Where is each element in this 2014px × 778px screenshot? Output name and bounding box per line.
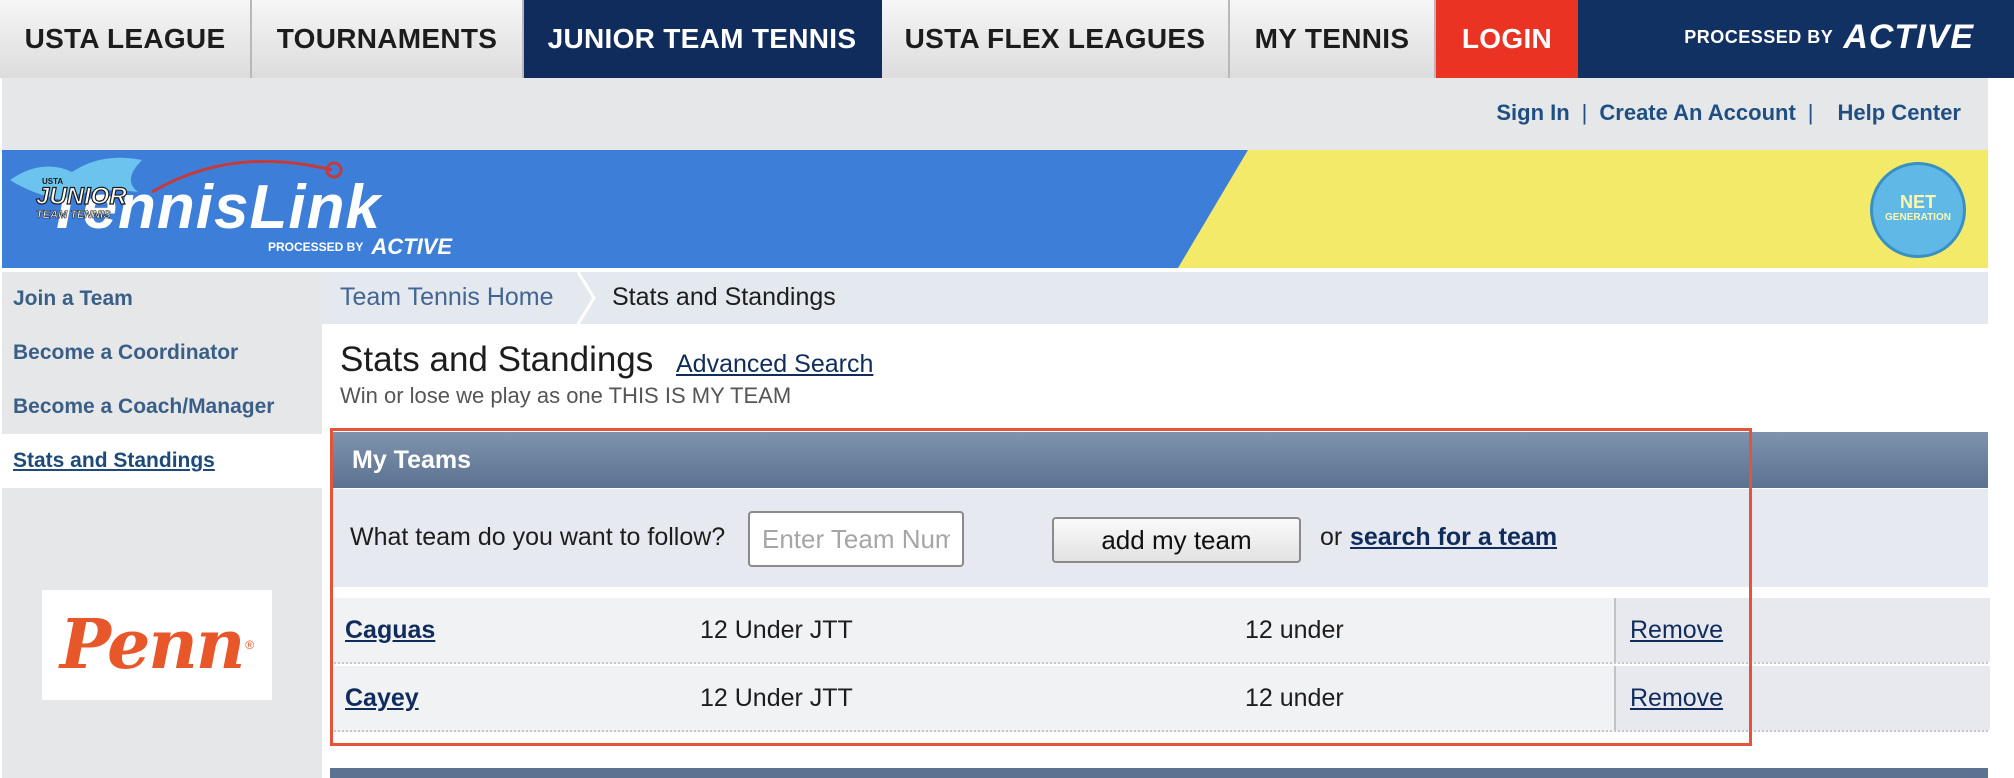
sidebar-item-join-team[interactable]: Join a Team <box>2 272 322 326</box>
sign-in-link[interactable]: Sign In <box>1496 100 1569 126</box>
page-subtitle: Win or lose we play as one THIS IS MY TE… <box>340 383 792 408</box>
page-title: Stats and Standings <box>340 340 654 379</box>
sidebar-item-stats-standings[interactable]: Stats and Standings <box>2 434 322 488</box>
table-row: Cayey 12 Under JTT 12 under Remove <box>330 666 1990 732</box>
remove-team-link[interactable]: Remove <box>1630 616 1723 645</box>
penn-sponsor-logo[interactable]: Penn ® <box>42 590 272 700</box>
tab-usta-league[interactable]: USTA LEAGUE <box>0 0 252 78</box>
processed-by-text: PROCESSED BY <box>1684 27 1834 47</box>
processed-by-active-logo: PROCESSED BY ACTIVE <box>1684 18 1974 57</box>
remove-cell: Remove <box>1614 666 1990 730</box>
net-generation-logo: NET GENERATION <box>1870 162 1966 258</box>
or-text: or <box>1320 523 1343 551</box>
team-division: 12 Under JTT <box>700 616 853 644</box>
sidebar-item-become-coordinator[interactable]: Become a Coordinator <box>2 326 322 380</box>
follow-team-label: What team do you want to follow? <box>350 523 726 551</box>
jtt-team-tennis-text: TEAM TENNIS <box>36 209 111 221</box>
banner-processed-by-text: PROCESSED BY <box>268 240 364 254</box>
tennislink-banner: TennisLink PROCESSED BY ACTIVE USTA JUNI… <box>2 150 1988 268</box>
remove-cell: Remove <box>1614 598 1990 662</box>
breadcrumb-chevron-icon <box>576 272 596 324</box>
advanced-search-link[interactable]: Advanced Search <box>676 350 873 379</box>
tab-tournaments[interactable]: TOURNAMENTS <box>252 0 524 78</box>
team-number-input[interactable] <box>748 511 964 567</box>
banner-active-logo: ACTIVE <box>371 234 453 259</box>
utility-bar: Sign In | Create An Account | Help Cente… <box>2 78 1988 150</box>
tennislink-processed-by: PROCESSED BY ACTIVE <box>268 234 452 260</box>
sidebar: Join a Team Become a Coordinator Become … <box>2 272 322 778</box>
tab-login[interactable]: LOGIN <box>1436 0 1578 78</box>
help-center-link[interactable]: Help Center <box>1838 100 1961 126</box>
table-row: Caguas 12 Under JTT 12 under Remove <box>330 598 1990 664</box>
create-account-link[interactable]: Create An Account <box>1599 100 1795 126</box>
active-logo-text: ACTIVE <box>1843 18 1974 56</box>
my-teams-header: My Teams <box>330 432 1988 488</box>
link-separator: | <box>1581 100 1588 125</box>
add-my-team-button[interactable]: add my team <box>1052 517 1301 563</box>
tab-usta-flex-leagues[interactable]: USTA FLEX LEAGUES <box>882 0 1230 78</box>
link-separator: | <box>1807 100 1814 125</box>
netgen-generation-text: GENERATION <box>1885 212 1951 223</box>
tab-junior-team-tennis[interactable]: JUNIOR TEAM TENNIS <box>524 0 882 78</box>
junior-team-tennis-logo: USTA JUNIOR TEAM TENNIS <box>10 157 142 221</box>
tab-my-tennis[interactable]: MY TENNIS <box>1230 0 1436 78</box>
breadcrumb-home-link[interactable]: Team Tennis Home <box>340 283 554 312</box>
team-age-group: 12 under <box>1245 616 1344 644</box>
team-division: 12 Under JTT <box>700 684 853 712</box>
breadcrumb-current: Stats and Standings <box>612 283 836 311</box>
penn-registered-mark: ® <box>245 638 255 652</box>
sidebar-item-become-coach-manager[interactable]: Become a Coach/Manager <box>2 380 322 434</box>
penn-logo-text: Penn <box>59 605 245 685</box>
jtt-junior-text: JUNIOR <box>36 183 127 210</box>
netgen-net-text: NET <box>1900 192 1936 212</box>
team-age-group: 12 under <box>1245 684 1344 712</box>
remove-team-link[interactable]: Remove <box>1630 684 1723 713</box>
next-panel-header <box>330 768 1988 778</box>
follow-team-row: What team do you want to follow? add my … <box>330 489 1988 587</box>
search-for-team-link[interactable]: search for a team <box>1350 523 1557 552</box>
team-name-link[interactable]: Cayey <box>345 684 419 713</box>
top-navigation: USTA LEAGUE TOURNAMENTS JUNIOR TEAM TENN… <box>0 0 2014 78</box>
team-name-link[interactable]: Caguas <box>345 616 435 645</box>
breadcrumb: Team Tennis Home Stats and Standings <box>322 272 1988 324</box>
